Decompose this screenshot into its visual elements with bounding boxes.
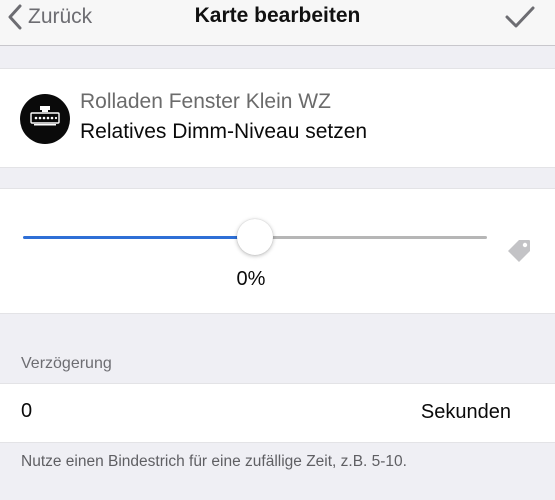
delay-input[interactable] bbox=[21, 400, 321, 423]
delay-section-label: Verzögerung bbox=[21, 355, 112, 372]
navigation-bar: Zurück Karte bearbeiten bbox=[0, 0, 555, 46]
device-avatar bbox=[20, 94, 70, 144]
tag-icon bbox=[507, 240, 531, 267]
delay-hint: Nutze einen Bindestrich für eine zufälli… bbox=[21, 453, 407, 470]
action-name: Relatives Dimm-Niveau setzen bbox=[80, 120, 368, 143]
slider-track-empty[interactable] bbox=[255, 236, 487, 239]
confirm-button[interactable] bbox=[505, 5, 535, 34]
checkmark-icon bbox=[505, 6, 535, 33]
dim-level-card: 0% bbox=[0, 188, 555, 314]
page-title: Karte bearbeiten bbox=[194, 4, 361, 27]
delay-unit-label: Sekunden bbox=[420, 401, 511, 423]
delay-card: Sekunden bbox=[0, 383, 555, 443]
slider-value-label: 0% bbox=[236, 268, 266, 290]
device-card[interactable]: Rolladen Fenster Klein WZ Relatives Dimm… bbox=[0, 68, 555, 168]
slider-track-filled[interactable] bbox=[23, 236, 255, 239]
roller-shutter-module-icon bbox=[28, 105, 62, 133]
device-name: Rolladen Fenster Klein WZ bbox=[80, 90, 331, 113]
slider-thumb[interactable] bbox=[237, 219, 273, 255]
tag-button[interactable] bbox=[507, 239, 531, 268]
